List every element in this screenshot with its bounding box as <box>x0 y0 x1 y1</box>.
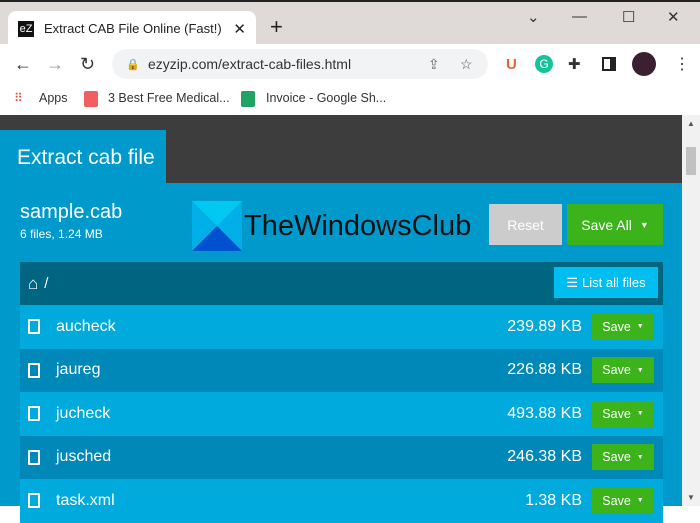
save-label: Save <box>602 406 631 421</box>
tab-title: Extract CAB File Online (Fast!) <box>44 21 222 36</box>
menu-icon[interactable]: ⋮ <box>674 54 690 74</box>
bookmarks-bar: ⠿ Apps 3 Best Free Medical... Invoice - … <box>0 84 700 115</box>
file-size: 1.38 KB <box>525 491 582 509</box>
address-bar[interactable]: 🔒 ezyzip.com/extract-cab-files.html ⇪ ☆ <box>112 49 488 79</box>
bookmark-medical[interactable]: 3 Best Free Medical... <box>108 91 230 105</box>
file-name[interactable]: task.xml <box>56 492 115 510</box>
sheets-icon <box>241 91 255 107</box>
file-icon <box>28 449 40 465</box>
grammarly-icon[interactable]: G <box>535 55 553 73</box>
bookmark-apps[interactable]: Apps <box>39 91 68 105</box>
tab-search-icon[interactable]: ⌄ <box>527 8 540 26</box>
save-button[interactable]: Save ▼ <box>592 487 654 514</box>
favicon: eZ <box>18 20 34 37</box>
list-all-files-button[interactable]: ☰ List all files <box>554 267 658 298</box>
bookmark-star-icon[interactable]: ☆ <box>460 56 473 73</box>
extractor-panel: sample.cab 6 files, 1.24 MB TheWindowsCl… <box>0 183 682 523</box>
save-button[interactable]: Save ▼ <box>592 400 654 427</box>
save-all-button[interactable]: Save All ▼ <box>567 204 663 245</box>
file-name[interactable]: jusched <box>56 448 111 466</box>
file-size: 226.88 KB <box>507 361 582 379</box>
save-button[interactable]: Save ▼ <box>592 444 654 471</box>
file-size: 493.88 KB <box>507 404 582 422</box>
file-row[interactable]: jaureg 226.88 KB Save ▼ <box>20 348 663 392</box>
breadcrumb: ⌂ / ☰ List all files <box>20 262 663 305</box>
new-tab-icon[interactable]: + <box>270 14 283 40</box>
reload-icon[interactable]: ↻ <box>80 54 95 75</box>
minimize-icon[interactable]: — <box>572 8 587 25</box>
caret-down-icon: ▼ <box>636 366 644 374</box>
caret-down-icon: ▼ <box>636 410 644 418</box>
save-all-label: Save All <box>581 216 632 233</box>
profile-avatar[interactable] <box>632 52 656 76</box>
caret-down-icon: ▼ <box>636 497 644 505</box>
list-icon: ☰ <box>566 274 579 290</box>
tab-strip: eZ Extract CAB File Online (Fast!) ✕ + ⌄… <box>0 0 700 46</box>
site-header: Extract cab file <box>0 115 682 183</box>
back-icon[interactable]: ← <box>14 54 32 75</box>
tab-extract-cab[interactable]: Extract cab file <box>0 130 166 183</box>
scrollbar-thumb[interactable] <box>686 147 696 175</box>
list-all-label: List all files <box>582 275 646 290</box>
extension-u-icon[interactable]: U <box>506 56 517 73</box>
apps-grid-icon: ⠿ <box>14 91 23 105</box>
save-button[interactable]: Save ▼ <box>592 357 654 384</box>
file-size: 239.89 KB <box>507 317 582 335</box>
watermark-logo: TheWindowsClub <box>192 201 471 251</box>
side-panel-icon[interactable] <box>602 57 616 71</box>
file-name[interactable]: jaureg <box>56 361 100 379</box>
file-row[interactable]: jusched 246.38 KB Save ▼ <box>20 435 663 479</box>
file-size: 246.38 KB <box>507 448 582 466</box>
close-window-icon[interactable]: ✕ <box>667 8 680 26</box>
caret-down-icon: ▼ <box>636 323 644 331</box>
share-icon[interactable]: ⇪ <box>428 56 440 73</box>
toolbar: ← → ↻ 🔒 ezyzip.com/extract-cab-files.htm… <box>0 44 700 84</box>
extensions-puzzle-icon[interactable]: ✚ <box>568 55 581 73</box>
file-icon <box>28 319 40 335</box>
forward-icon[interactable]: → <box>46 54 64 75</box>
url-text: ezyzip.com/extract-cab-files.html <box>148 56 352 72</box>
file-row[interactable]: jucheck 493.88 KB Save ▼ <box>20 392 663 436</box>
save-label: Save <box>602 450 631 465</box>
file-icon <box>28 362 40 378</box>
scroll-down-icon[interactable]: ▼ <box>687 493 695 502</box>
archive-meta: 6 files, 1.24 MB <box>20 227 103 241</box>
save-label: Save <box>602 363 631 378</box>
bookmark-invoice[interactable]: Invoice - Google Sh... <box>266 91 386 105</box>
file-name[interactable]: jucheck <box>56 405 110 423</box>
archive-name: sample.cab <box>20 201 123 223</box>
close-tab-icon[interactable]: ✕ <box>233 20 246 38</box>
caret-down-icon: ▼ <box>636 453 644 461</box>
file-name[interactable]: aucheck <box>56 318 116 336</box>
scrollbar[interactable]: ▲ ▼ <box>682 115 700 506</box>
file-row[interactable]: aucheck 239.89 KB Save ▼ <box>20 305 663 349</box>
breadcrumb-path: / <box>44 275 49 292</box>
home-icon[interactable]: ⌂ <box>28 274 38 294</box>
reset-button[interactable]: Reset <box>489 204 562 245</box>
caret-down-icon: ▼ <box>639 219 649 230</box>
file-row[interactable]: task.xml 1.38 KB Save ▼ <box>20 479 663 523</box>
file-icon <box>28 493 40 509</box>
save-button[interactable]: Save ▼ <box>592 313 654 340</box>
maximize-icon[interactable]: ☐ <box>622 8 635 26</box>
file-icon <box>28 406 40 422</box>
lock-icon: 🔒 <box>126 58 140 71</box>
bookmark-favicon-icon <box>84 91 98 107</box>
browser-tab[interactable]: eZ Extract CAB File Online (Fast!) ✕ <box>8 11 256 46</box>
scroll-up-icon[interactable]: ▲ <box>687 119 695 128</box>
save-label: Save <box>602 319 631 334</box>
windows-club-logo-icon <box>192 201 242 251</box>
